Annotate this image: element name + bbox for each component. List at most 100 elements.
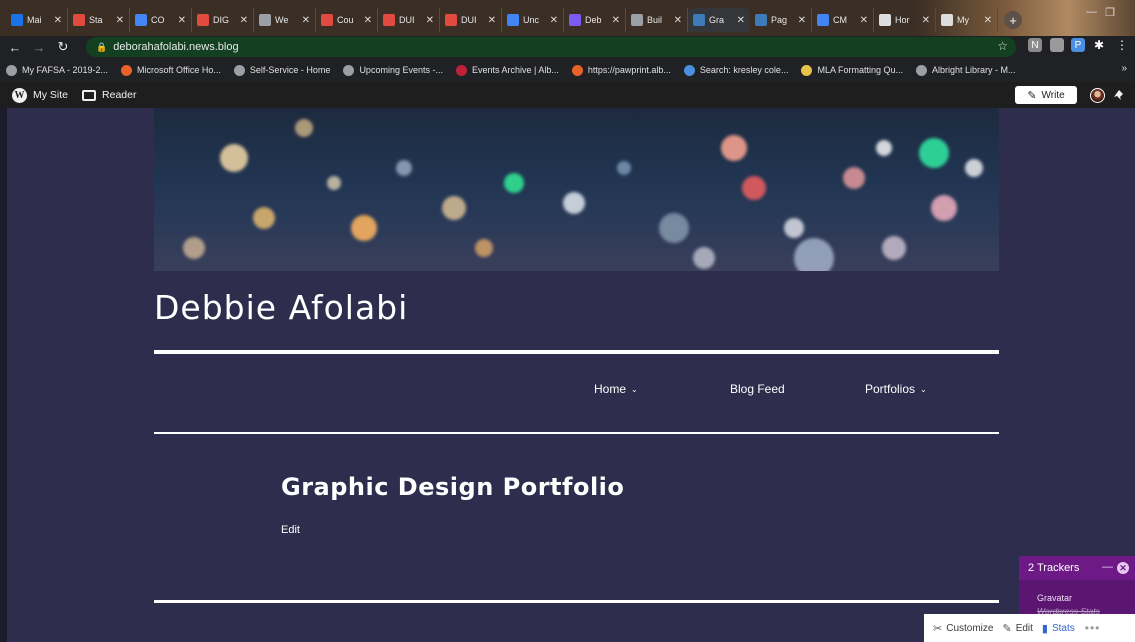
- bookmark-item[interactable]: Events Archive | Alb...: [455, 64, 559, 76]
- bookmarks-overflow-icon[interactable]: »: [1121, 63, 1127, 74]
- nav-item-portfolios[interactable]: Portfolios ⌄: [865, 382, 927, 396]
- tab-close-icon[interactable]: ✕: [674, 15, 682, 26]
- bokeh-light: [882, 236, 906, 260]
- nav-divider: [154, 432, 999, 434]
- tab-close-icon[interactable]: ✕: [488, 15, 496, 26]
- browser-tab[interactable]: We ✕: [254, 8, 316, 32]
- tab-favicon-icon: [259, 14, 271, 26]
- bookmark-item[interactable]: MLA Formatting Qu...: [801, 64, 903, 76]
- minimize-window-icon[interactable]: —: [1086, 6, 1097, 18]
- browser-tab-strip: Mai ✕ Sta ✕ CO ✕ DIG ✕ We ✕ Cou ✕ DUI ✕ DUI ✕ Unc ✕ Deb ✕ Bu…: [0, 0, 1135, 36]
- bookmark-item[interactable]: Self-Service - Home: [233, 64, 330, 76]
- tab-label: Unc: [523, 15, 540, 25]
- browser-tab[interactable]: Cou ✕: [316, 8, 378, 32]
- browser-tab[interactable]: Hor ✕: [874, 8, 936, 32]
- bookmark-favicon-icon: [455, 64, 467, 76]
- bookmark-label: Microsoft Office Ho...: [137, 65, 221, 75]
- browser-tab[interactable]: My ✕: [936, 8, 998, 32]
- bookmark-favicon-icon: [571, 64, 583, 76]
- minimize-icon[interactable]: —: [1102, 561, 1113, 573]
- bokeh-light: [965, 159, 983, 177]
- bokeh-light: [721, 135, 747, 161]
- bokeh-light: [327, 176, 341, 190]
- bokeh-light: [504, 173, 524, 193]
- tab-close-icon[interactable]: ✕: [240, 15, 248, 26]
- bokeh-light: [843, 167, 865, 189]
- bokeh-light: [784, 218, 804, 238]
- bookmark-item[interactable]: Microsoft Office Ho...: [121, 64, 221, 76]
- reader-link[interactable]: Reader: [82, 89, 136, 101]
- bookmark-label: Search: kresley cole...: [699, 65, 789, 75]
- nav-blog-feed-label: Blog Feed: [730, 382, 785, 396]
- bookmark-favicon-icon: [121, 64, 133, 76]
- tab-label: Pag: [771, 15, 788, 25]
- stats-button[interactable]: ▮ Stats: [1042, 622, 1075, 635]
- browser-tab[interactable]: Unc ✕: [502, 8, 564, 32]
- browser-tab[interactable]: DUI ✕: [378, 8, 440, 32]
- browser-tab[interactable]: CO ✕: [130, 8, 192, 32]
- site-action-bar: ✂ Customize ✎ Edit ▮ Stats •••: [924, 614, 1135, 642]
- browser-tab[interactable]: DUI ✕: [440, 8, 502, 32]
- back-arrow-icon[interactable]: ←: [6, 40, 24, 55]
- new-tab-button[interactable]: +: [1004, 11, 1022, 29]
- nav-item-blog-feed[interactable]: Blog Feed: [730, 382, 785, 396]
- browser-tab[interactable]: DIG ✕: [192, 8, 254, 32]
- bookmark-item[interactable]: Upcoming Events -...: [343, 64, 443, 76]
- bookmark-item[interactable]: Search: kresley cole...: [683, 64, 789, 76]
- browser-menu-icon[interactable]: ⋮: [1115, 38, 1129, 52]
- more-options-icon[interactable]: •••: [1085, 621, 1101, 635]
- tab-close-icon[interactable]: ✕: [737, 15, 745, 26]
- edit-button[interactable]: ✎ Edit: [1002, 622, 1032, 635]
- tab-close-icon[interactable]: ✕: [54, 15, 62, 26]
- bookmark-item[interactable]: https://pawprint.alb...: [571, 64, 671, 76]
- bookmark-item[interactable]: Albright Library - M...: [915, 64, 1016, 76]
- extension-icon-2[interactable]: [1050, 38, 1064, 52]
- browser-tab[interactable]: Mai ✕: [6, 8, 68, 32]
- tab-close-icon[interactable]: ✕: [116, 15, 124, 26]
- bookmark-item[interactable]: My FAFSA - 2019-2...: [6, 64, 108, 76]
- tab-close-icon[interactable]: ✕: [798, 15, 806, 26]
- edit-page-link[interactable]: Edit: [281, 524, 300, 536]
- browser-tab[interactable]: Deb ✕: [564, 8, 626, 32]
- tab-close-icon[interactable]: ✕: [860, 15, 868, 26]
- tab-label: CM: [833, 15, 847, 25]
- extension-icon-1[interactable]: N: [1028, 38, 1042, 52]
- browser-tab[interactable]: Sta ✕: [68, 8, 130, 32]
- forward-arrow-icon[interactable]: →: [30, 40, 48, 55]
- tab-close-icon[interactable]: ✕: [302, 15, 310, 26]
- tab-label: DUI: [399, 15, 415, 25]
- tab-label: Hor: [895, 15, 910, 25]
- notifications-bell-icon[interactable]: [1113, 89, 1125, 101]
- reload-icon[interactable]: ↻: [54, 39, 72, 55]
- extension-icon-3[interactable]: P: [1071, 38, 1085, 52]
- bookmark-star-icon[interactable]: ☆: [997, 39, 1008, 53]
- extensions-puzzle-icon[interactable]: ✱: [1092, 38, 1106, 52]
- tab-close-icon[interactable]: ✕: [922, 15, 930, 26]
- browser-tab[interactable]: Pag ✕: [750, 8, 812, 32]
- tab-close-icon[interactable]: ✕: [178, 15, 186, 26]
- browser-tab[interactable]: CM ✕: [812, 8, 874, 32]
- viewport-left-edge: [0, 108, 7, 642]
- tab-close-icon[interactable]: ✕: [550, 15, 558, 26]
- user-avatar[interactable]: [1090, 88, 1105, 103]
- nav-item-home[interactable]: Home ⌄: [594, 382, 638, 396]
- my-site-link[interactable]: W My Site: [12, 87, 68, 103]
- tab-close-icon[interactable]: ✕: [426, 15, 434, 26]
- bookmark-favicon-icon: [343, 64, 355, 76]
- write-button[interactable]: ✎ Write: [1015, 86, 1077, 104]
- browser-tab[interactable]: Buil ✕: [626, 8, 688, 32]
- close-icon[interactable]: ✕: [1117, 562, 1129, 574]
- tab-favicon-icon: [445, 14, 457, 26]
- write-pen-icon: ✎: [1027, 89, 1037, 102]
- tab-label: We: [275, 15, 289, 25]
- tab-close-icon[interactable]: ✕: [984, 15, 992, 26]
- site-title[interactable]: Debbie Afolabi: [154, 288, 408, 327]
- wordpress-logo-icon: W: [12, 87, 27, 103]
- tab-close-icon[interactable]: ✕: [612, 15, 620, 26]
- customize-button[interactable]: ✂ Customize: [933, 622, 993, 635]
- tab-label: Cou: [337, 15, 354, 25]
- browser-tab[interactable]: Gra ✕: [688, 8, 750, 32]
- tab-close-icon[interactable]: ✕: [364, 15, 372, 26]
- restore-window-icon[interactable]: ❐: [1105, 6, 1115, 19]
- address-bar[interactable]: 🔒 deborahafolabi.news.blog ☆: [86, 37, 1016, 57]
